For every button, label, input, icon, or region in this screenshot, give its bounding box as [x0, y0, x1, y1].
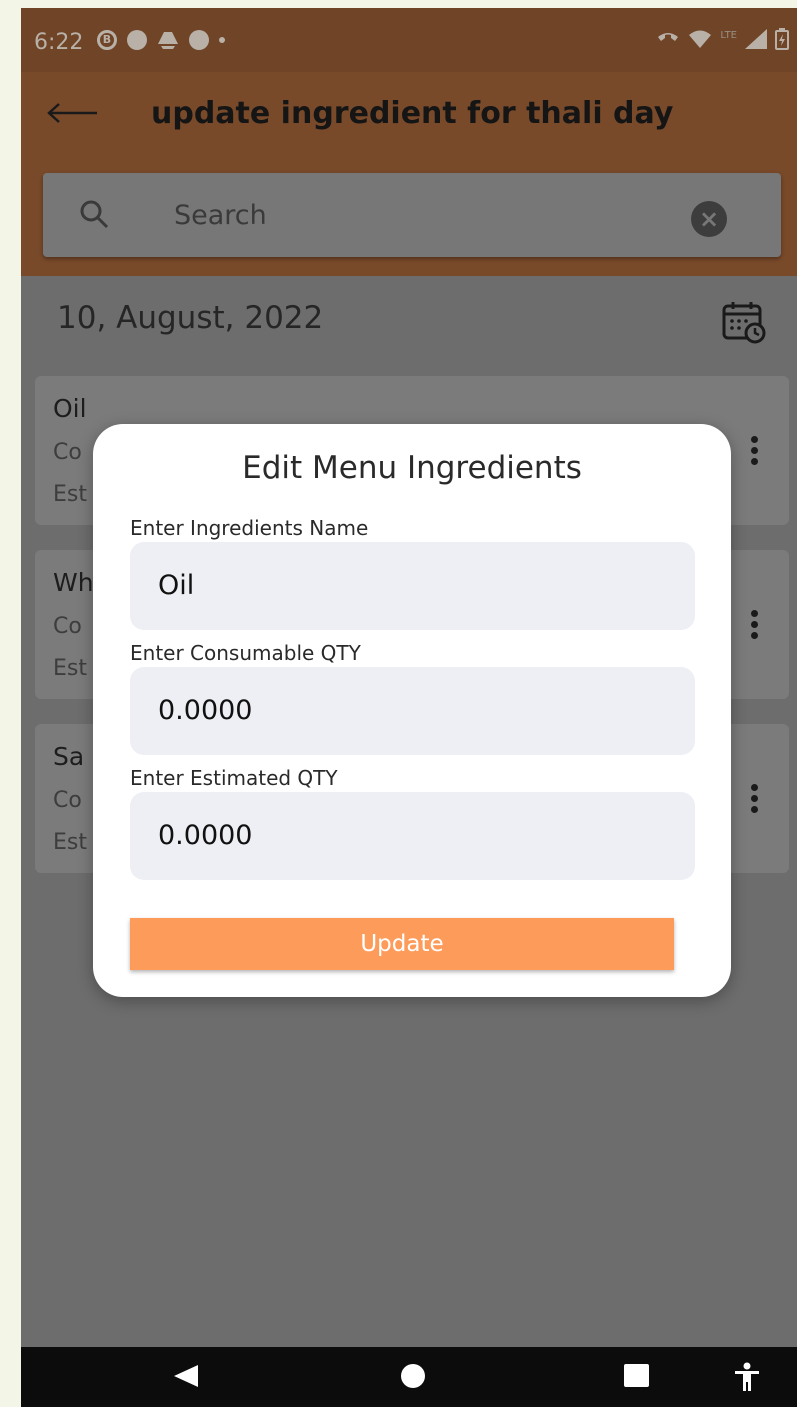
- lte-icon: LTE: [720, 29, 737, 41]
- estimated-text: Est: [53, 656, 87, 681]
- estimated-qty-value: 0.0000: [158, 820, 253, 851]
- ingredient-name-field[interactable]: Oil: [130, 542, 695, 630]
- consumable-qty-field[interactable]: 0.0000: [130, 667, 695, 755]
- search-icon: [80, 200, 109, 229]
- consumable-qty-value: 0.0000: [158, 695, 253, 726]
- name-label: Enter Ingredients Name: [130, 516, 369, 540]
- android-nav-bar: [21, 1347, 797, 1407]
- calendar-icon[interactable]: [721, 300, 767, 344]
- estimated-text: Est: [53, 482, 87, 507]
- call-icon: [658, 33, 679, 41]
- ingredient-name: Oil: [53, 394, 87, 423]
- estimated-label: Enter Estimated QTY: [130, 766, 338, 790]
- status-bar: 6:22 B LTE: [21, 8, 797, 72]
- signal-icon: [745, 29, 767, 49]
- ingredient-name-value: Oil: [158, 570, 195, 601]
- estimated-qty-field[interactable]: 0.0000: [130, 792, 695, 880]
- consumable-text: Co: [53, 788, 82, 813]
- nav-recents-icon[interactable]: [624, 1364, 649, 1387]
- drive-icon: [158, 32, 178, 49]
- more-options-icon[interactable]: [751, 784, 759, 817]
- nav-home-icon[interactable]: [401, 1364, 425, 1388]
- facebook-icon: [189, 30, 209, 50]
- ingredient-name: Sa: [53, 742, 85, 771]
- more-options-icon[interactable]: [751, 610, 759, 643]
- phone-screen: 6:22 B LTE update ingredient for thali d…: [21, 8, 797, 1407]
- wifi-icon: [689, 30, 712, 48]
- estimated-text: Est: [53, 830, 87, 855]
- system-icons: LTE: [656, 28, 789, 50]
- dot-icon: [219, 37, 225, 43]
- ingredient-name: Wh: [53, 568, 94, 597]
- consumable-text: Co: [53, 614, 82, 639]
- status-time: 6:22: [34, 30, 84, 55]
- app-bar: update ingredient for thali day Search ×: [21, 72, 797, 276]
- battery-icon: [775, 28, 789, 50]
- clear-search-icon[interactable]: ×: [691, 201, 727, 237]
- selected-date: 10, August, 2022: [57, 300, 324, 336]
- page-title: update ingredient for thali day: [151, 96, 674, 131]
- nav-back-icon[interactable]: [174, 1365, 198, 1387]
- p-circle-icon: [127, 30, 147, 50]
- back-arrow-icon[interactable]: [45, 98, 99, 128]
- b-circle-icon: B: [97, 30, 117, 50]
- dialog-title: Edit Menu Ingredients: [242, 450, 582, 486]
- search-input[interactable]: Search: [174, 200, 267, 231]
- update-button[interactable]: Update: [130, 918, 674, 970]
- consumable-text: Co: [53, 440, 82, 465]
- more-options-icon[interactable]: [751, 436, 759, 469]
- accessibility-icon[interactable]: [733, 1362, 761, 1392]
- consumable-label: Enter Consumable QTY: [130, 641, 361, 665]
- notification-icons: B: [97, 30, 225, 50]
- search-bar[interactable]: Search ×: [43, 173, 781, 257]
- edit-ingredient-dialog: Edit Menu Ingredients Enter Ingredients …: [93, 424, 731, 997]
